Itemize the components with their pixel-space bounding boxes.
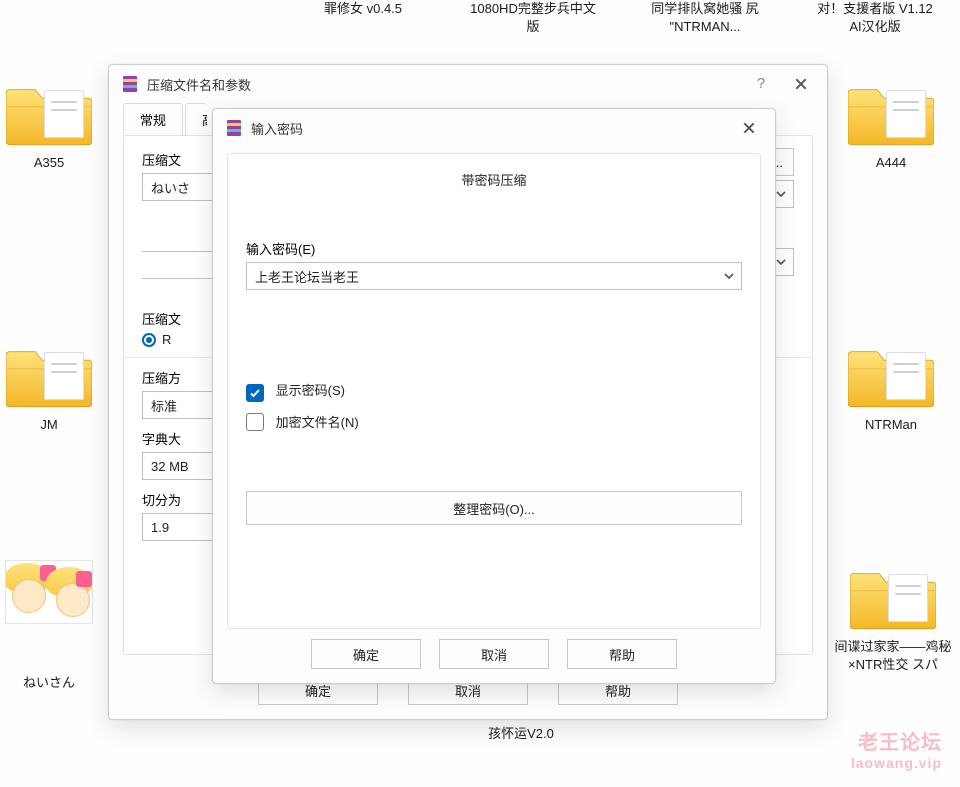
watermark-line1: 老王论坛 — [851, 726, 942, 755]
close-button[interactable] — [781, 69, 821, 99]
panel-heading: 带密码压缩 — [246, 170, 742, 189]
compress-method-combo[interactable]: 标准 — [142, 391, 214, 419]
close-button[interactable] — [729, 113, 769, 143]
folder-label: A444 — [836, 154, 946, 172]
enter-password-dialog: 输入密码 带密码压缩 输入密码(E) 上老王论坛当老王 显示密码(S) 加密文件… — [212, 108, 776, 684]
empty-combo[interactable] — [142, 251, 214, 279]
enter-password-label: 输入密码(E) — [246, 239, 742, 258]
help-button[interactable]: ? — [741, 69, 781, 99]
close-icon — [794, 77, 808, 91]
help-icon: ? — [757, 75, 765, 92]
radio-rar[interactable] — [142, 333, 156, 347]
folder-label: JM — [0, 416, 104, 434]
chevron-down-icon — [775, 256, 787, 268]
dialog-buttons: 确定 取消 帮助 — [213, 639, 775, 669]
compress-method-value: 标准 — [151, 396, 177, 415]
desktop-label[interactable]: 对！支援者版 V1.12 AI汉化版 — [810, 0, 940, 35]
help-button[interactable]: 帮助 — [567, 639, 677, 669]
split-size-combo[interactable]: 1.9 — [142, 513, 214, 541]
dict-size-combo[interactable]: 32 MB — [142, 452, 214, 480]
thumbnail-icon — [5, 560, 93, 624]
dict-size-value: 32 MB — [151, 459, 189, 474]
dialog-panel: 带密码压缩 输入密码(E) 上老王论坛当老王 显示密码(S) 加密文件名(N) … — [227, 153, 761, 629]
folder-label: 间谍过家家——鸡秘×NTR性交 スパ — [826, 638, 960, 673]
watermark-line2: laowang.vip — [851, 755, 942, 771]
watermark: 老王论坛 laowang.vip — [851, 726, 942, 771]
folder-item[interactable]: A444 — [836, 76, 946, 172]
folder-icon — [848, 76, 934, 148]
folder-item[interactable]: 间谍过家家——鸡秘×NTR性交 スパ — [826, 560, 960, 673]
dialog-title: 输入密码 — [251, 119, 729, 138]
folder-item[interactable]: JM — [0, 338, 104, 434]
folder-icon — [6, 76, 92, 148]
folder-thumb-item[interactable]: ねいさん — [0, 560, 104, 692]
archive-name-value: ねいさ — [151, 178, 190, 197]
desktop-label[interactable]: 罪修女 v0.4.5 — [298, 0, 428, 18]
close-icon — [742, 121, 756, 135]
folder-label: ねいさん — [0, 674, 104, 692]
desktop-label[interactable]: 孩怀运V2.0 — [456, 725, 586, 743]
show-password-checkbox[interactable] — [246, 384, 264, 402]
manage-passwords-button[interactable]: 整理密码(O)... — [246, 491, 742, 525]
archive-name-combo[interactable]: ねいさ — [142, 173, 214, 201]
chevron-down-icon — [775, 188, 787, 200]
encrypt-names-checkbox[interactable] — [246, 413, 264, 431]
show-password-label: 显示密码(S) — [276, 383, 345, 398]
tab-advanced[interactable]: 高 — [185, 103, 207, 135]
folder-item[interactable]: A355 — [0, 76, 104, 172]
folder-label: A355 — [0, 154, 104, 172]
check-icon — [249, 387, 261, 399]
desktop-label[interactable]: 同学排队窝她骚 尻 "NTRMAN... — [640, 0, 770, 35]
password-value: 上老王论坛当老王 — [255, 267, 359, 286]
folder-icon — [6, 338, 92, 410]
desktop-label[interactable]: 1080HD完整步兵中文版 — [468, 0, 598, 35]
folder-item[interactable]: NTRMan — [836, 338, 946, 434]
dialog-title: 压缩文件名和参数 — [147, 75, 741, 94]
ok-button[interactable]: 确定 — [311, 639, 421, 669]
folder-icon — [848, 338, 934, 410]
chevron-down-icon — [723, 270, 735, 282]
password-combo[interactable]: 上老王论坛当老王 — [246, 262, 742, 290]
radio-rar-label: R — [162, 332, 171, 347]
folder-icon — [850, 560, 936, 632]
winrar-icon — [121, 75, 139, 93]
encrypt-names-label: 加密文件名(N) — [276, 415, 359, 430]
titlebar: 输入密码 — [213, 109, 775, 147]
cancel-button[interactable]: 取消 — [439, 639, 549, 669]
split-size-value: 1.9 — [151, 520, 169, 535]
folder-label: NTRMan — [836, 416, 946, 434]
winrar-icon — [225, 119, 243, 137]
titlebar: 压缩文件名和参数 ? — [109, 65, 827, 103]
tab-general[interactable]: 常规 — [123, 103, 183, 135]
